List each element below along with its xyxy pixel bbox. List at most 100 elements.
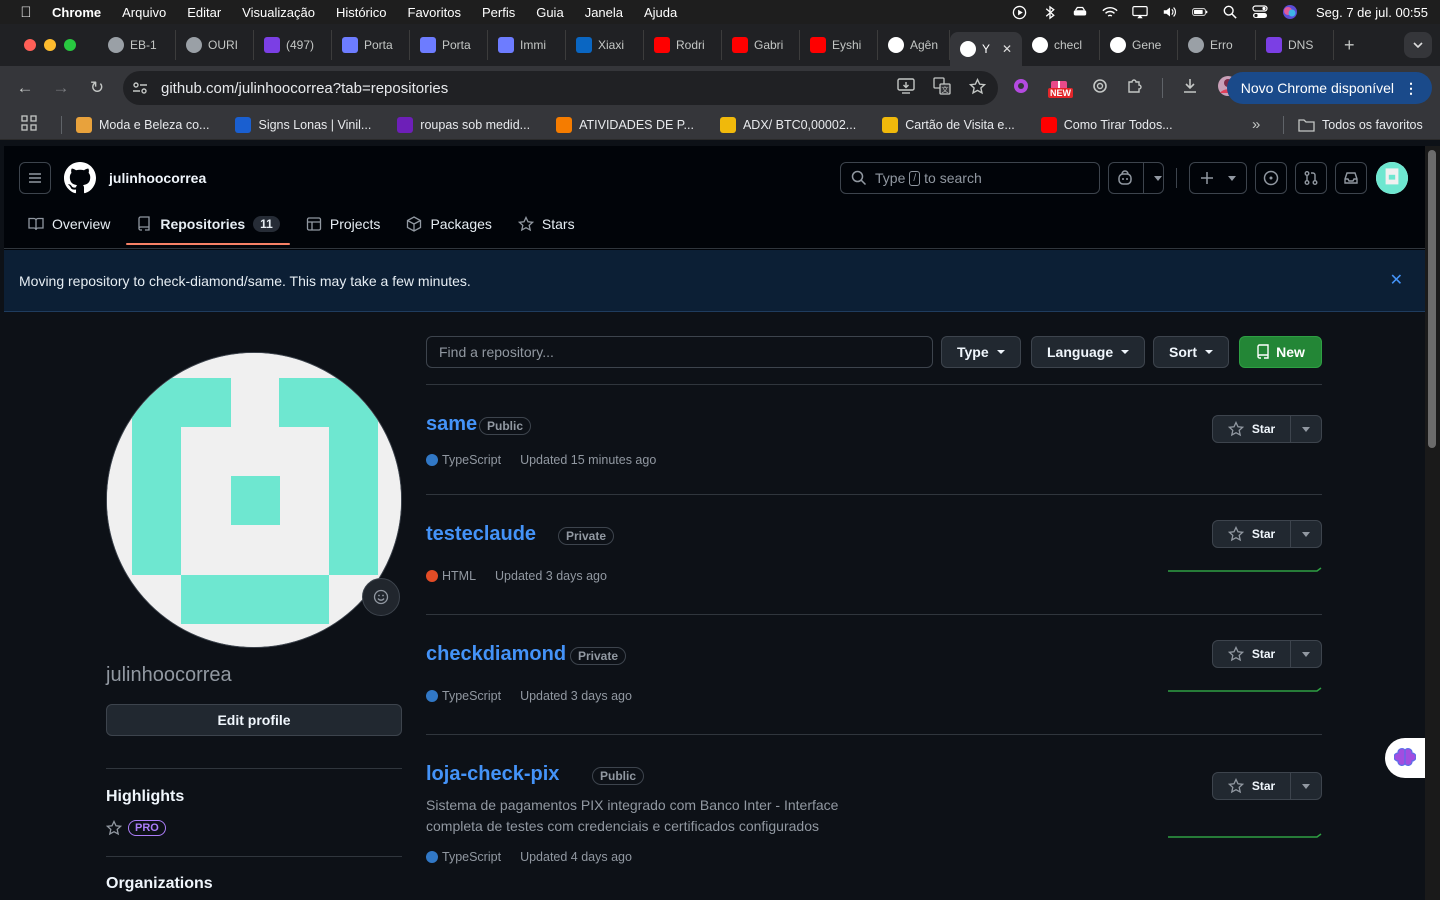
star-button[interactable]: Star	[1212, 520, 1322, 548]
bookmark-item[interactable]: Como Tirar Todos...	[1040, 116, 1173, 133]
browser-tab[interactable]: Porta	[332, 30, 410, 60]
star-button[interactable]: Star	[1212, 640, 1322, 668]
browser-tab[interactable]: Y ✕	[950, 32, 1022, 66]
star-button[interactable]: Star	[1212, 772, 1322, 800]
forward-button[interactable]: →	[43, 78, 79, 98]
screen-mirroring-icon[interactable]	[1132, 4, 1148, 20]
page-scrollbar[interactable]	[1425, 146, 1440, 900]
downloads-icon[interactable]	[1181, 77, 1199, 100]
copilot-button[interactable]	[1108, 162, 1164, 194]
tab-projects[interactable]: Projects	[296, 208, 391, 244]
tab-overview[interactable]: Overview	[18, 208, 120, 244]
issues-button[interactable]	[1255, 162, 1287, 194]
browser-tab[interactable]: Porta	[410, 30, 488, 60]
bookmark-item[interactable]: roupas sob medid...	[397, 116, 530, 133]
floating-assistant-button[interactable]	[1385, 738, 1425, 778]
browser-tab[interactable]: Rodri	[644, 30, 722, 60]
menu-janela[interactable]: Janela	[585, 5, 623, 20]
translate-icon[interactable]: 文	[933, 77, 951, 99]
all-bookmarks-folder[interactable]: Todos os favoritos	[1298, 118, 1423, 132]
tab-repositories[interactable]: Repositories 11	[126, 208, 290, 245]
reload-button[interactable]: ↻	[79, 78, 115, 98]
siri-icon[interactable]	[1282, 4, 1298, 20]
bookmark-star-icon[interactable]	[968, 77, 987, 99]
play-icon[interactable]	[1012, 4, 1028, 20]
star-toggle[interactable]: Star	[1213, 641, 1291, 667]
tab-stars[interactable]: Stars	[508, 208, 585, 244]
menu-historico[interactable]: Histórico	[336, 5, 387, 20]
browser-tab[interactable]: Agên	[878, 30, 950, 60]
pull-requests-button[interactable]	[1295, 162, 1327, 194]
browser-tab[interactable]: Xiaxi	[566, 30, 644, 60]
apps-grid-icon[interactable]	[21, 115, 37, 134]
browser-tab[interactable]: EB-1	[98, 30, 176, 60]
tab-packages[interactable]: Packages	[396, 208, 501, 244]
bookmark-item[interactable]: ADX/ BTC0,00002...	[719, 116, 856, 133]
more-bookmarks-icon[interactable]: »	[1252, 116, 1260, 133]
apple-icon[interactable]: 	[0, 4, 52, 21]
new-tab-button[interactable]: +	[1344, 35, 1355, 56]
repository-name-link[interactable]: checkdiamond	[426, 643, 566, 666]
close-tab-icon[interactable]: ✕	[1002, 42, 1012, 56]
star-list-dropdown[interactable]	[1291, 783, 1321, 789]
sort-dropdown[interactable]: Sort	[1153, 336, 1229, 368]
github-logo-icon[interactable]	[64, 162, 96, 199]
inbox-button[interactable]	[1335, 162, 1367, 194]
star-button[interactable]: Star	[1212, 415, 1322, 443]
close-icon[interactable]: ✕	[1390, 270, 1403, 290]
edit-profile-button[interactable]: Edit profile	[106, 704, 402, 736]
bluetooth-icon[interactable]	[1042, 4, 1058, 20]
chrome-update-button[interactable]: Novo Chrome disponível ⋮	[1226, 72, 1432, 104]
extensions-puzzle-icon[interactable]	[1126, 77, 1144, 100]
browser-tab[interactable]: DNS	[1256, 30, 1334, 60]
github-search-input[interactable]: Type / to search	[840, 162, 1100, 194]
star-list-dropdown[interactable]	[1291, 531, 1321, 537]
browser-tab[interactable]: Gene	[1100, 30, 1178, 60]
create-new-button[interactable]	[1189, 162, 1247, 194]
clock[interactable]: Seg. 7 de jul. 00:55	[1316, 5, 1428, 20]
bookmark-item[interactable]: Cartão de Visita e...	[882, 116, 1015, 133]
car-icon[interactable]	[1072, 4, 1088, 20]
language-filter-dropdown[interactable]: Language	[1031, 336, 1146, 368]
menu-chrome[interactable]: Chrome	[52, 5, 101, 20]
bookmark-item[interactable]: Moda e Beleza co...	[76, 116, 209, 133]
wifi-icon[interactable]	[1102, 4, 1118, 20]
bookmark-item[interactable]: Signs Lonas | Vinil...	[235, 116, 371, 133]
find-repository-input[interactable]: Find a repository...	[426, 336, 933, 368]
star-list-dropdown[interactable]	[1291, 426, 1321, 432]
zoom-window-button[interactable]	[64, 39, 76, 51]
star-toggle[interactable]: Star	[1213, 416, 1291, 442]
menu-visualizacao[interactable]: Visualização	[242, 5, 315, 20]
browser-tab[interactable]: (497)	[254, 30, 332, 60]
browser-tab[interactable]: OURI	[176, 30, 254, 60]
menu-editar[interactable]: Editar	[187, 5, 221, 20]
browser-tab[interactable]: Erro	[1178, 30, 1256, 60]
star-toggle[interactable]: Star	[1213, 773, 1291, 799]
site-info-icon[interactable]	[123, 81, 157, 95]
control-center-icon[interactable]	[1252, 4, 1268, 20]
extension-flower-icon[interactable]	[1012, 77, 1030, 100]
type-filter-dropdown[interactable]: Type	[941, 336, 1021, 368]
menu-guia[interactable]: Guia	[536, 5, 563, 20]
tab-search-button[interactable]	[1404, 32, 1432, 58]
close-window-button[interactable]	[24, 39, 36, 51]
profile-avatar[interactable]	[106, 352, 402, 648]
repository-name-link[interactable]: loja-check-pix	[426, 763, 559, 786]
user-avatar[interactable]	[1376, 162, 1408, 194]
menu-arquivo[interactable]: Arquivo	[122, 5, 166, 20]
menu-perfis[interactable]: Perfis	[482, 5, 515, 20]
repository-name-link[interactable]: same	[426, 413, 477, 436]
scrollbar-thumb[interactable]	[1428, 150, 1436, 448]
browser-tab[interactable]: Gabri	[722, 30, 800, 60]
address-bar[interactable]: github.com/julinhoocorrea?tab=repositori…	[123, 71, 998, 105]
volume-icon[interactable]	[1162, 4, 1178, 20]
set-status-button[interactable]	[362, 578, 400, 616]
repository-name-link[interactable]: testeclaude	[426, 523, 536, 546]
minimize-window-button[interactable]	[44, 39, 56, 51]
extension-gift-icon[interactable]: NEW	[1048, 76, 1074, 100]
star-toggle[interactable]: Star	[1213, 521, 1291, 547]
bookmark-item[interactable]: ATIVIDADES DE P...	[556, 116, 694, 133]
back-button[interactable]: ←	[7, 78, 43, 98]
battery-icon[interactable]	[1192, 4, 1208, 20]
menu-favoritos[interactable]: Favoritos	[408, 5, 461, 20]
